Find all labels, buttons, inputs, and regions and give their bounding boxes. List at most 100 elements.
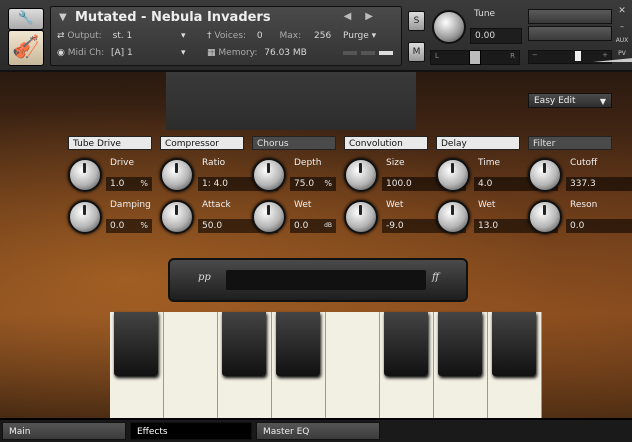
- effect-4-param-1-knob[interactable]: [436, 200, 470, 234]
- effect-3-param-0-knob[interactable]: [344, 158, 378, 192]
- effect-0-param-1-label: Damping: [110, 200, 151, 210]
- effect-2-param-0-value[interactable]: 75.0%: [290, 177, 336, 191]
- tab-master-eq[interactable]: Master EQ: [256, 422, 380, 440]
- white-key[interactable]: [326, 312, 380, 418]
- volume-plus-icon: +: [602, 51, 608, 59]
- midi-label: Midi Ch:: [67, 48, 105, 58]
- effect-0-param-0-value[interactable]: 1.0%: [106, 177, 152, 191]
- effect-3-param-1-label: Wet: [386, 200, 404, 210]
- effect-1-param-1-knob[interactable]: [160, 200, 194, 234]
- effect-2-param-1-knob[interactable]: [252, 200, 286, 234]
- knob-indicator: [267, 205, 270, 215]
- tab-effects[interactable]: Effects: [130, 422, 252, 440]
- pan-handle[interactable]: [469, 50, 481, 65]
- collapse-triangle-icon[interactable]: ▼: [59, 12, 67, 23]
- level-meter-left: [528, 9, 612, 24]
- param-value-text: 0.0: [570, 221, 585, 231]
- knob-indicator: [175, 163, 178, 173]
- level-meter-right: [528, 26, 612, 41]
- black-key[interactable]: [438, 312, 482, 376]
- purge-indicator-3: [379, 51, 393, 55]
- knob-indicator: [451, 205, 454, 215]
- effect-5-param-1-value[interactable]: 0.0%: [566, 219, 632, 233]
- effect-5-param-1-knob[interactable]: [528, 200, 562, 234]
- knob-indicator: [83, 163, 86, 173]
- piano-keyboard[interactable]: [110, 312, 542, 418]
- effect-3-param-1-knob[interactable]: [344, 200, 378, 234]
- effect-5-param-1-label: Reson: [570, 200, 598, 210]
- pan-right-label: R: [510, 52, 515, 60]
- tab-main[interactable]: Main: [2, 422, 126, 440]
- effect-1-param-0-knob[interactable]: [160, 158, 194, 192]
- effect-header-0[interactable]: Tube Drive: [68, 136, 152, 150]
- black-key[interactable]: [276, 312, 320, 376]
- tune-label: Tune: [474, 9, 496, 19]
- effect-0-param-1-knob[interactable]: [68, 200, 102, 234]
- volume-slider[interactable]: − +: [528, 50, 632, 64]
- effect-0-param-0-knob[interactable]: [68, 158, 102, 192]
- memory-value: 76.03 MB: [264, 48, 307, 58]
- solo-button[interactable]: S: [408, 11, 425, 31]
- tune-value[interactable]: 0.00: [470, 28, 522, 44]
- instrument-nav-arrows[interactable]: ◀▶: [344, 11, 387, 22]
- black-key[interactable]: [114, 312, 158, 376]
- effect-header-4[interactable]: Delay: [436, 136, 520, 150]
- wrench-button[interactable]: 🔧: [8, 8, 44, 30]
- param-unit: %: [140, 179, 148, 188]
- effect-4-param-0-knob[interactable]: [436, 158, 470, 192]
- easy-edit-label: Easy Edit: [534, 96, 576, 106]
- effect-2-param-0-knob[interactable]: [252, 158, 286, 192]
- knob-indicator: [175, 205, 178, 215]
- param-value-text: 4.0: [478, 179, 493, 189]
- knob-indicator: [359, 205, 362, 215]
- effect-4-param-1-label: Wet: [478, 200, 496, 210]
- effect-1-param-0-label: Ratio: [202, 158, 226, 168]
- knob-indicator: [543, 205, 546, 215]
- param-value-text: 337.3: [570, 179, 596, 189]
- close-icon[interactable]: ✕: [614, 6, 630, 16]
- pan-left-label: L: [435, 52, 439, 60]
- tune-knob[interactable]: [432, 10, 466, 44]
- easy-edit-dropdown[interactable]: Easy Edit ▼: [528, 93, 612, 108]
- effect-5-param-0-knob[interactable]: [528, 158, 562, 192]
- effect-3-param-0-label: Size: [386, 158, 405, 168]
- param-value-text: -9.0: [386, 221, 404, 231]
- black-key[interactable]: [222, 312, 266, 376]
- param-value-text: 0.0: [110, 221, 125, 231]
- param-value-text: 75.0: [294, 179, 315, 189]
- aux-button[interactable]: AUX: [614, 37, 630, 44]
- output-dropdown-icon[interactable]: ▾: [181, 31, 186, 41]
- effect-header-2[interactable]: Chorus: [252, 136, 336, 150]
- pan-slider[interactable]: L R: [430, 50, 520, 65]
- effect-2-param-1-value[interactable]: 0.0 dB: [290, 219, 336, 233]
- effect-5-param-0-label: Cutoff: [570, 158, 598, 168]
- effect-5-param-0-value[interactable]: 337.3Hz: [566, 177, 632, 191]
- instrument-name[interactable]: Mutated - Nebula Invaders: [75, 10, 271, 25]
- white-key[interactable]: [164, 312, 218, 418]
- collapse-icon[interactable]: –: [614, 22, 630, 31]
- midi-value[interactable]: [A] 1: [111, 48, 133, 58]
- output-value[interactable]: st. 1: [113, 31, 133, 41]
- black-key[interactable]: [384, 312, 428, 376]
- knob-indicator: [359, 163, 362, 173]
- purge-menu[interactable]: Purge ▾: [343, 31, 376, 41]
- max-voices-value[interactable]: 256: [314, 31, 331, 41]
- volume-handle[interactable]: [575, 51, 581, 61]
- instrument-icon-button[interactable]: 🎻: [8, 30, 44, 66]
- black-key[interactable]: [492, 312, 536, 376]
- pv-button[interactable]: PV: [614, 50, 630, 57]
- dynamics-bar[interactable]: pp ff: [168, 258, 468, 302]
- effect-1-param-1-label: Attack: [202, 200, 231, 210]
- mute-button[interactable]: M: [408, 42, 425, 62]
- volume-minus-icon: −: [532, 51, 538, 59]
- midi-dropdown-icon[interactable]: ▾: [181, 48, 186, 58]
- effect-header-5[interactable]: Filter: [528, 136, 612, 150]
- effect-0-param-1-value[interactable]: 0.0%: [106, 219, 152, 233]
- effect-header-3[interactable]: Convolution: [344, 136, 428, 150]
- effect-header-1[interactable]: Compressor: [160, 136, 244, 150]
- param-value-text: 1: 4.0: [202, 179, 228, 189]
- effect-2-param-0-label: Depth: [294, 158, 322, 168]
- dynamics-soft-label: pp: [198, 272, 211, 283]
- param-value-text: 13.0: [478, 221, 499, 231]
- knob-indicator: [83, 205, 86, 215]
